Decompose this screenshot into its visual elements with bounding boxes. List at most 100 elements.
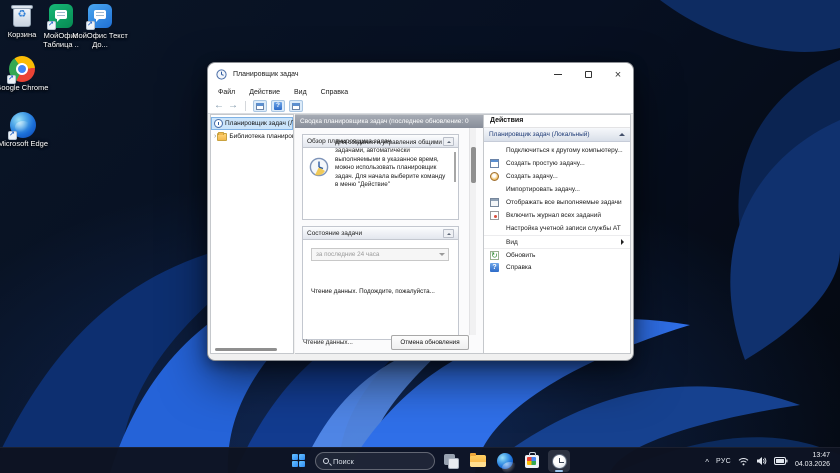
- action-help[interactable]: Справка: [484, 261, 630, 274]
- tree-item-task-scheduler-local[interactable]: Планировщик задач (Локальн: [211, 117, 293, 130]
- collapse-arrow-icon: [619, 133, 625, 136]
- wifi-icon[interactable]: [738, 457, 749, 466]
- actions-section-title: Планировщик задач (Локальный): [489, 131, 590, 138]
- task-status-title: Состояние задачи: [307, 230, 362, 237]
- task-status-section-header[interactable]: Состояние задачи: [303, 227, 458, 240]
- task-scheduler-icon: [552, 454, 567, 469]
- enable-log-icon: [490, 211, 499, 220]
- language-indicator[interactable]: РУС: [716, 458, 731, 465]
- window-clock-icon: [216, 69, 227, 80]
- status-period-dropdown[interactable]: за последние 24 часа: [311, 248, 449, 261]
- tree-horizontal-scrollbar[interactable]: [215, 348, 277, 351]
- tray-date: 04.03.2026: [795, 461, 830, 470]
- cancel-refresh-button[interactable]: Отмена обновления: [391, 335, 469, 350]
- expand-chevron-icon[interactable]: ›: [214, 133, 216, 140]
- action-label: Обновить: [506, 252, 535, 259]
- close-icon: [615, 65, 621, 83]
- taskbar: Поиск ^ РУС: [0, 447, 840, 473]
- menu-action[interactable]: Действие: [242, 89, 287, 96]
- minimize-icon: [554, 74, 562, 75]
- tree-item-label: Библиотека планировщи: [229, 133, 293, 140]
- search-placeholder: Поиск: [333, 457, 354, 466]
- actions-header: Действия: [484, 115, 630, 128]
- console-tree-pane: Планировщик задач (Локальн › Библиотека …: [210, 114, 294, 354]
- myoffice-table-icon: [48, 4, 74, 30]
- microsoft-edge-icon: [497, 453, 513, 469]
- windows-logo-icon: [292, 454, 306, 468]
- task-view-icon: [440, 450, 462, 472]
- overview-clock-icon: [309, 157, 329, 177]
- summary-pane: Сводка планировщика задач (последнее обн…: [295, 114, 483, 354]
- desktop-icon-label: МойОфис Текст До...: [72, 32, 128, 50]
- battery-icon[interactable]: [774, 457, 788, 465]
- simple-task-icon: [490, 159, 499, 168]
- summary-vertical-scrollbar[interactable]: [469, 128, 476, 335]
- recycle-bin-icon: ♻: [9, 3, 35, 29]
- minimize-button[interactable]: [543, 63, 573, 85]
- action-connect-to-computer[interactable]: Подключиться к другому компьютеру...: [484, 144, 630, 157]
- task-status-section: Состояние задачи за последние 24 часа Чт…: [302, 226, 459, 340]
- shortcut-arrow-icon: [8, 131, 17, 140]
- desktop-icon-label: Microsoft Edge: [0, 140, 51, 149]
- action-pane-button[interactable]: [289, 100, 303, 112]
- tray-time: 13:47: [795, 452, 830, 461]
- console-tree-button[interactable]: [253, 100, 267, 112]
- action-display-running-tasks[interactable]: Отображать все выполняемые задачи: [484, 196, 630, 209]
- toolbar-separator: [245, 101, 246, 111]
- microsoft-edge-icon: [10, 112, 36, 138]
- console-tree-icon: [256, 103, 264, 110]
- desktop-icon-google-chrome[interactable]: Google Chrome: [0, 56, 50, 93]
- action-enable-task-history[interactable]: Включить журнал всех заданий: [484, 209, 630, 222]
- toolbar: ← → ?: [208, 99, 633, 114]
- collapse-arrow-icon[interactable]: [443, 229, 454, 238]
- edge-button[interactable]: [494, 450, 516, 472]
- action-view[interactable]: Вид: [484, 235, 630, 248]
- task-view-button[interactable]: [440, 450, 462, 472]
- shortcut-arrow-icon: [7, 75, 16, 84]
- tray-expand-chevron-icon[interactable]: ^: [705, 458, 709, 467]
- menu-view[interactable]: Вид: [287, 89, 314, 96]
- action-refresh[interactable]: Обновить: [484, 248, 630, 261]
- window-content: Планировщик задач (Локальн › Библиотека …: [210, 114, 631, 354]
- back-arrow-icon[interactable]: ←: [214, 101, 224, 111]
- scrollbar-thumb[interactable]: [471, 147, 476, 183]
- tree-item-task-scheduler-library[interactable]: › Библиотека планировщи: [211, 130, 293, 143]
- start-button[interactable]: [288, 450, 310, 472]
- action-label: Отображать все выполняемые задачи: [506, 199, 622, 206]
- action-label: Настройка учетной записи службы AT: [506, 225, 621, 232]
- file-explorer-icon: [470, 455, 486, 467]
- close-button[interactable]: [603, 63, 633, 85]
- actions-section-header[interactable]: Планировщик задач (Локальный): [484, 128, 630, 142]
- desktop-icon-microsoft-edge[interactable]: Microsoft Edge: [0, 112, 51, 149]
- store-button[interactable]: [521, 450, 543, 472]
- help-button[interactable]: ?: [271, 100, 285, 112]
- status-period-value: за последние 24 часа: [316, 251, 379, 258]
- task-scheduler-taskbar-button[interactable]: [548, 450, 570, 472]
- menu-file[interactable]: Файл: [211, 89, 242, 96]
- footer-status-text: Чтение данных...: [303, 339, 353, 346]
- action-at-service-account[interactable]: Настройка учетной записи службы AT: [484, 222, 630, 235]
- menu-help[interactable]: Справка: [314, 89, 355, 96]
- action-label: Создать простую задачу...: [506, 160, 585, 167]
- file-explorer-button[interactable]: [467, 450, 489, 472]
- submenu-arrow-icon: [621, 239, 624, 245]
- maximize-icon: [585, 71, 592, 78]
- window-titlebar[interactable]: Планировщик задач: [208, 63, 633, 85]
- desktop-icon-myoffice-text[interactable]: МойОфис Текст До...: [72, 3, 128, 50]
- action-label: Создать задачу...: [506, 173, 558, 180]
- overview-scrollbar-thumb[interactable]: [454, 152, 456, 182]
- action-create-basic-task[interactable]: Создать простую задачу...: [484, 157, 630, 170]
- forward-arrow-icon[interactable]: →: [228, 101, 238, 111]
- action-import-task[interactable]: Импортировать задачу...: [484, 183, 630, 196]
- desktop-icon-label: Google Chrome: [0, 84, 50, 93]
- window-title: Планировщик задач: [233, 71, 299, 78]
- volume-icon[interactable]: [756, 456, 767, 466]
- action-create-task[interactable]: Создать задачу...: [484, 170, 630, 183]
- summary-footer: Чтение данных... Отмена обновления: [295, 333, 483, 353]
- overview-text: Для создания и управления общими задачам…: [335, 139, 447, 203]
- clock[interactable]: 13:47 04.03.2026: [795, 452, 830, 470]
- running-tasks-icon: [490, 198, 499, 207]
- shortcut-arrow-icon: [47, 21, 56, 30]
- maximize-button[interactable]: [573, 63, 603, 85]
- taskbar-search[interactable]: Поиск: [315, 452, 435, 470]
